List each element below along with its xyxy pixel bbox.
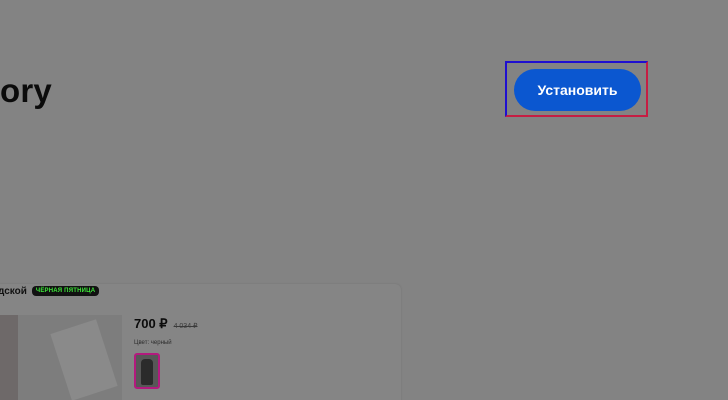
product-photo-shade bbox=[0, 315, 18, 400]
page-title: ory bbox=[0, 72, 52, 109]
product-photo-highlight bbox=[50, 319, 118, 400]
product-price: 700 ₽ bbox=[134, 316, 168, 331]
product-old-price: 4 034 ₽ bbox=[173, 323, 198, 330]
color-swatch[interactable] bbox=[134, 353, 160, 389]
promo-badge: ЧЁРНАЯ ПЯТНИЦА bbox=[31, 286, 100, 296]
color-label: Цвет: черный bbox=[134, 340, 172, 346]
product-image[interactable] bbox=[0, 315, 122, 400]
color-swatch-thumbnail bbox=[141, 359, 153, 385]
seller-name[interactable]: дской bbox=[0, 286, 27, 297]
install-button[interactable]: Установить bbox=[514, 69, 641, 111]
card-header: дской ЧЁРНАЯ ПЯТНИЦА bbox=[0, 284, 100, 298]
price-row: 700 ₽ 4 034 ₽ bbox=[134, 316, 198, 332]
product-card[interactable]: дской ЧЁРНАЯ ПЯТНИЦА bbox=[0, 284, 401, 400]
